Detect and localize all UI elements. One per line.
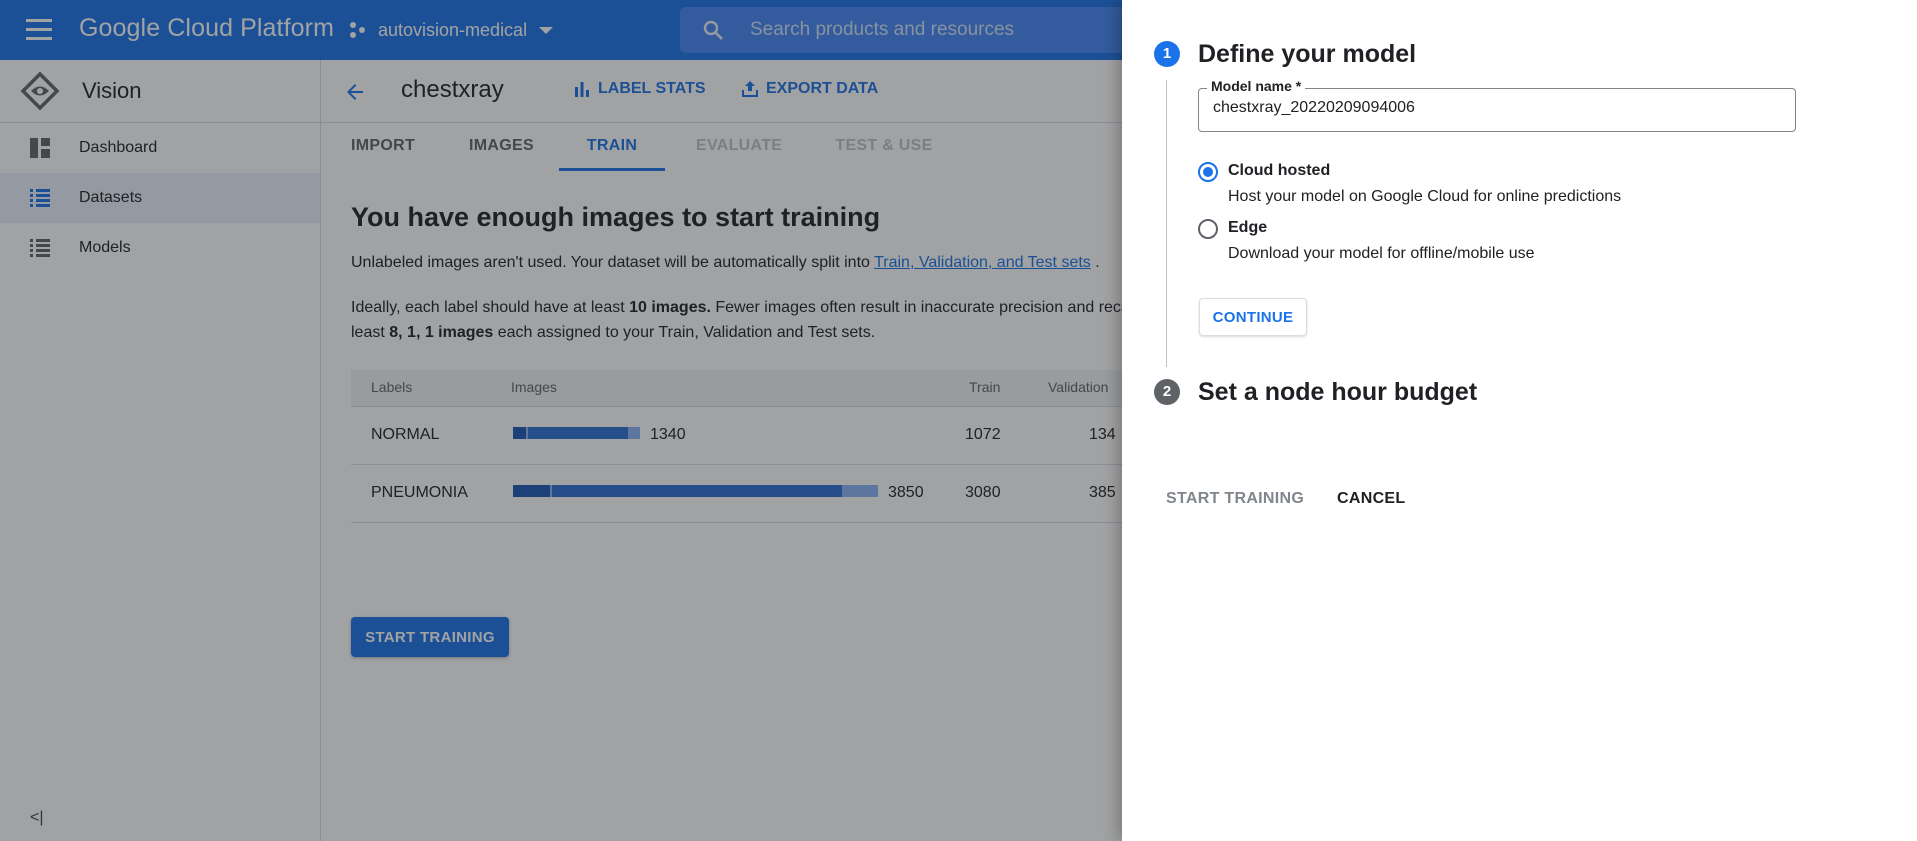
- step-connector: [1166, 80, 1167, 367]
- cloud-hosted-radio[interactable]: [1198, 162, 1218, 182]
- edge-label: Edge: [1228, 219, 1268, 236]
- panel-start-training-button: START TRAINING: [1166, 490, 1305, 507]
- model-name-label: Model name *: [1207, 78, 1306, 94]
- cloud-hosted-description: Host your model on Google Cloud for onli…: [1228, 188, 1622, 205]
- continue-button[interactable]: CONTINUE: [1199, 298, 1307, 336]
- cloud-hosted-label: Cloud hosted: [1228, 162, 1331, 179]
- train-model-panel: 1 Define your model Model name * Cloud h…: [1122, 0, 1917, 841]
- edge-description: Download your model for offline/mobile u…: [1228, 245, 1535, 262]
- edge-radio[interactable]: [1198, 219, 1218, 239]
- step-2-badge: 2: [1154, 379, 1180, 405]
- cancel-button[interactable]: CANCEL: [1337, 490, 1405, 508]
- step-2-title[interactable]: Set a node hour budget: [1198, 378, 1477, 407]
- step-1-title: Define your model: [1198, 40, 1417, 68]
- model-name-field[interactable]: Model name *: [1198, 78, 1796, 132]
- step-1-badge: 1: [1154, 41, 1180, 67]
- model-name-input[interactable]: [1211, 98, 1775, 118]
